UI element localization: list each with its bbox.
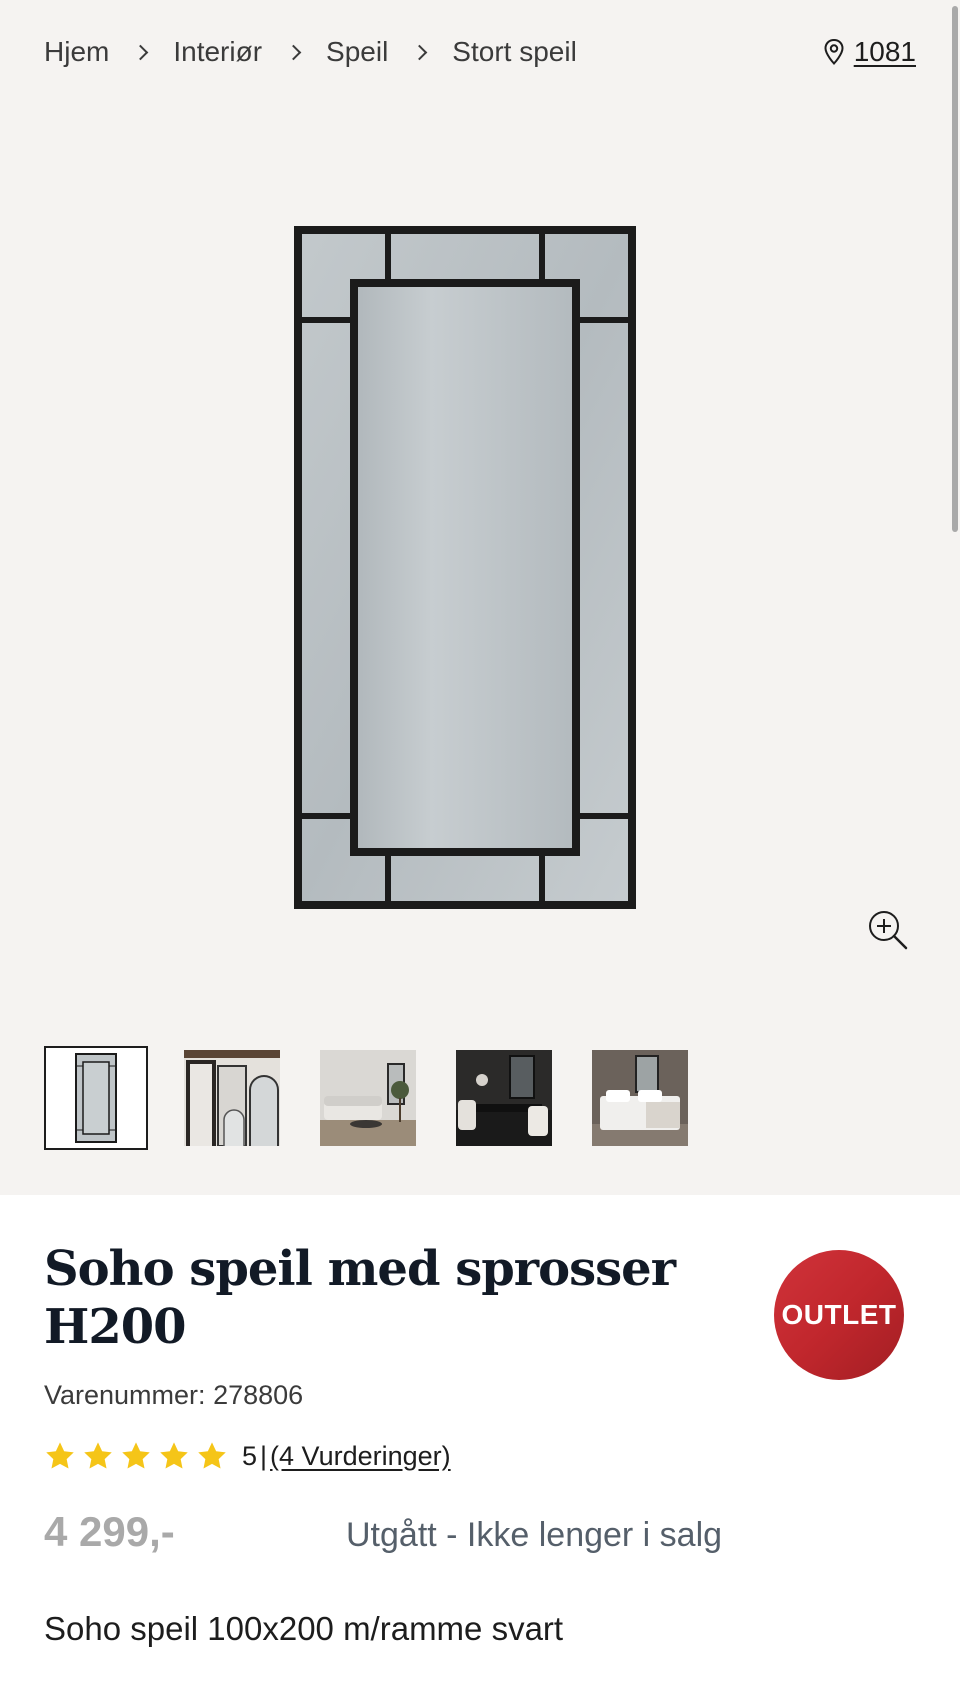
thumbnail-image — [320, 1050, 416, 1146]
breadcrumb-mirrors[interactable]: Speil — [326, 36, 388, 68]
thumbnail-image — [184, 1050, 280, 1146]
star-rating — [44, 1440, 228, 1472]
zoom-in-icon[interactable] — [866, 908, 910, 952]
store-selector[interactable]: 1081 — [822, 36, 916, 68]
thumbnail-image — [48, 1050, 144, 1146]
star-icon — [122, 1442, 150, 1469]
breadcrumb-large-mirror[interactable]: Stort speil — [452, 36, 577, 68]
rating-value: 5 — [242, 1440, 258, 1471]
product-gallery: Hjem Interiør Speil Stort speil 1081 — [0, 0, 960, 1195]
star-icon — [46, 1442, 74, 1469]
thumbnail-product-front[interactable] — [44, 1046, 148, 1150]
breadcrumb: Hjem Interiør Speil Stort speil — [44, 36, 577, 68]
chevron-right-icon — [412, 44, 428, 60]
reviews-link[interactable]: (4 Vurderinger) — [270, 1441, 451, 1472]
rating: 5 | (4 Vurderinger) — [44, 1440, 451, 1472]
thumbnail-image — [592, 1050, 688, 1146]
thumbnail-living-room[interactable] — [316, 1046, 420, 1150]
breadcrumb-interior[interactable]: Interiør — [173, 36, 262, 68]
sku: Varenummer: 278806 — [44, 1380, 303, 1411]
chevron-right-icon — [133, 44, 149, 60]
product-image[interactable] — [294, 226, 636, 909]
sku-label: Varenummer: — [44, 1380, 206, 1410]
sku-value: 278806 — [213, 1380, 304, 1410]
rating-separator: | — [260, 1440, 268, 1471]
availability-status: Utgått - Ikke lenger i salg — [346, 1516, 723, 1554]
scrollbar[interactable] — [950, 0, 960, 540]
star-icon — [198, 1442, 226, 1469]
thumbnail-bedroom[interactable] — [588, 1046, 692, 1150]
breadcrumb-home[interactable]: Hjem — [44, 36, 109, 68]
thumbnail-dining-room[interactable] — [452, 1046, 556, 1150]
thumbnail-image — [456, 1050, 552, 1146]
product-price: 4 299,- — [44, 1508, 175, 1555]
outlet-badge: OUTLET — [774, 1250, 904, 1380]
star-icon — [84, 1442, 112, 1469]
thumbnail-mirror-lifestyle[interactable] — [180, 1046, 284, 1150]
chevron-right-icon — [286, 44, 302, 60]
thumbnail-strip — [44, 1046, 692, 1150]
location-pin-icon — [824, 38, 844, 65]
product-title: Soho speil med sprosser H200 — [44, 1241, 676, 1355]
star-icon — [160, 1442, 188, 1469]
store-number[interactable]: 1081 — [854, 36, 916, 68]
scrollbar-thumb[interactable] — [952, 6, 958, 532]
product-description: Soho speil 100x200 m/ramme svart — [44, 1610, 564, 1647]
